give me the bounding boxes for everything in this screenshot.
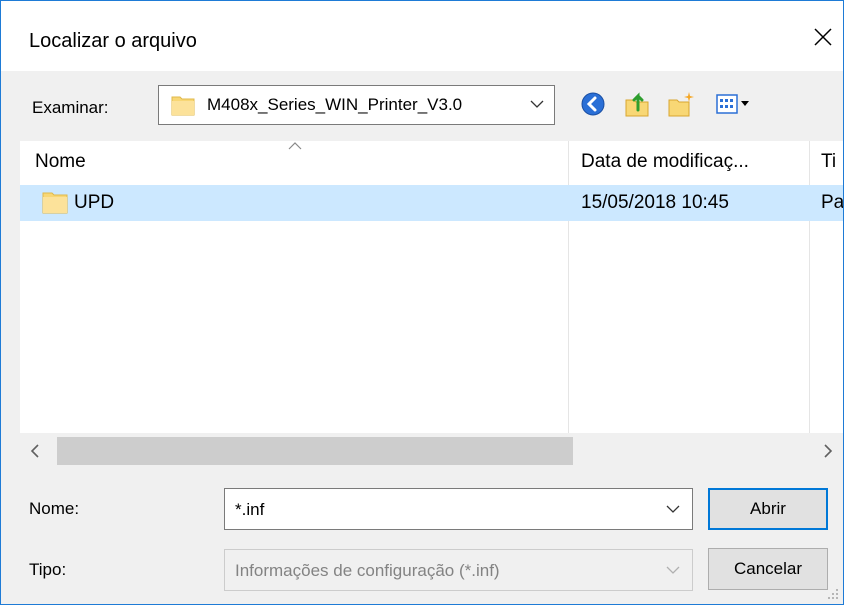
- item-modified: 15/05/2018 10:45: [581, 192, 729, 213]
- file-dialog: Localizar o arquivo Examinar: M408x_Seri…: [0, 0, 844, 605]
- new-folder-icon: [668, 92, 694, 117]
- lookin-label: Examinar:: [32, 98, 109, 117]
- file-list[interactable]: Nome Data de modificaç... Ti UPD 15/05/2…: [20, 141, 843, 469]
- scroll-left-icon[interactable]: [30, 444, 40, 458]
- scroll-right-icon[interactable]: [823, 444, 833, 458]
- new-folder-button[interactable]: [667, 90, 695, 118]
- filename-label: Nome:: [29, 499, 80, 518]
- folder-icon: [42, 192, 68, 214]
- up-folder-icon: [625, 92, 649, 117]
- list-item[interactable]: UPD 15/05/2018 10:45 Pa: [20, 185, 843, 221]
- column-header-name[interactable]: Nome: [35, 150, 555, 174]
- lookin-value: M408x_Series_WIN_Printer_V3.0: [207, 95, 463, 114]
- list-header: Nome Data de modificaç... Ti: [20, 141, 843, 185]
- chevron-down-icon[interactable]: [666, 504, 680, 514]
- dialog-title: Localizar o arquivo: [29, 30, 197, 52]
- up-folder-button[interactable]: [623, 90, 651, 118]
- back-icon: [581, 92, 605, 116]
- column-header-type[interactable]: Ti: [821, 150, 843, 174]
- column-header-modified[interactable]: Data de modificaç...: [581, 150, 806, 174]
- close-icon: [814, 28, 832, 46]
- filename-value: *.inf: [235, 500, 265, 519]
- resize-grip-icon[interactable]: [827, 588, 839, 600]
- folder-icon: [171, 96, 195, 116]
- chevron-down-icon: [666, 566, 680, 574]
- back-button[interactable]: [579, 90, 607, 118]
- view-menu-icon: [716, 94, 749, 114]
- item-name: UPD: [74, 192, 115, 213]
- filename-input[interactable]: *.inf: [224, 488, 693, 530]
- filetype-value: Informações de configuração (*.inf): [235, 561, 500, 580]
- close-button[interactable]: [803, 17, 843, 57]
- sort-ascending-icon: [288, 142, 302, 150]
- horizontal-scrollbar[interactable]: [20, 433, 843, 469]
- filetype-dropdown[interactable]: Informações de configuração (*.inf): [224, 549, 693, 591]
- open-button[interactable]: Abrir: [708, 488, 828, 530]
- lookin-dropdown[interactable]: M408x_Series_WIN_Printer_V3.0: [158, 85, 555, 125]
- filetype-label: Tipo:: [29, 560, 67, 579]
- item-type: Pa: [821, 192, 843, 213]
- view-menu-button[interactable]: [715, 90, 755, 118]
- chevron-down-icon: [530, 100, 544, 108]
- title-bar: Localizar o arquivo: [1, 1, 843, 71]
- cancel-button[interactable]: Cancelar: [708, 548, 828, 590]
- scrollbar-thumb[interactable]: [57, 437, 573, 465]
